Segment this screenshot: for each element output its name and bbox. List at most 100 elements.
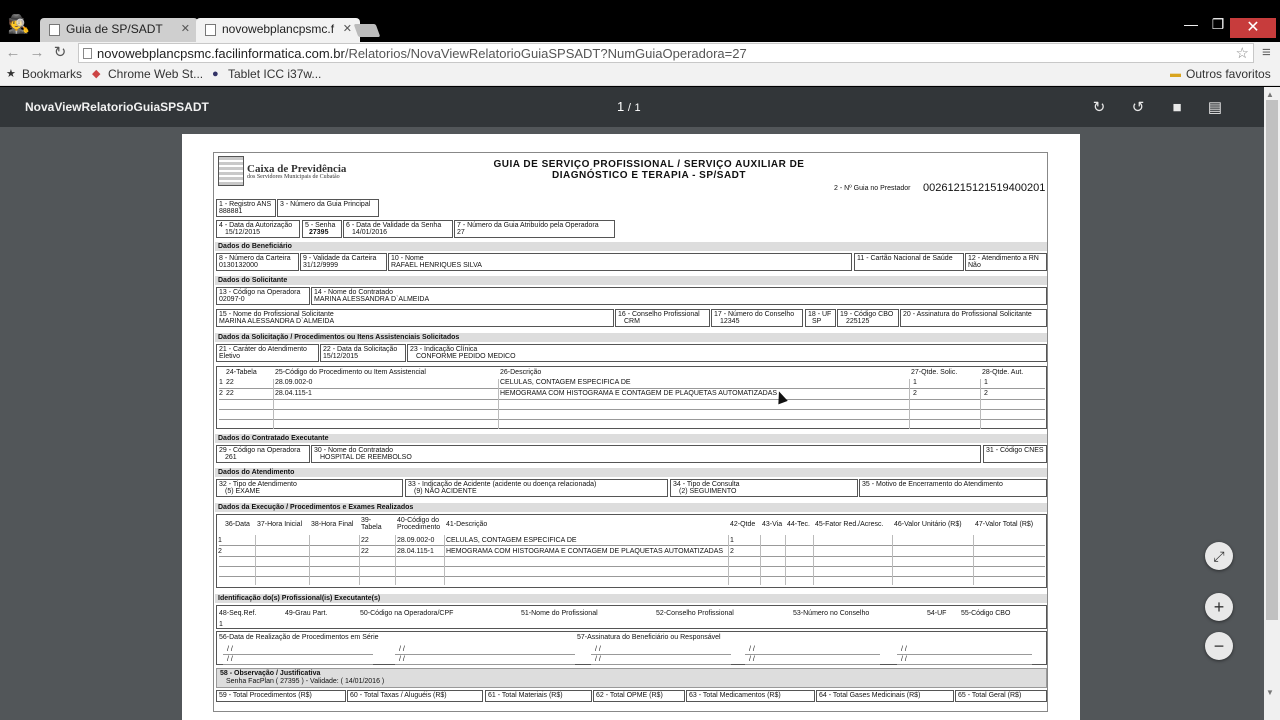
page-icon (83, 48, 92, 59)
field-label: 4 - Data da Autorização (219, 222, 293, 229)
serial-dates-table: 56-Data de Realização de Procedimentos e… (216, 631, 1047, 665)
row-divider (219, 576, 1045, 577)
cell-tabela: 22 (361, 537, 369, 544)
field-value: 14/01/2016 (352, 229, 388, 236)
column-header: 52-Conselho Profissional (656, 610, 734, 617)
total-medicamentos: 63 - Total Medicamentos (R$) (686, 690, 815, 702)
field-label: 19 - Código CBO (840, 311, 894, 318)
professionals-table: 48-Seq.Ref. 49-Grau Part. 50-Código na O… (216, 605, 1047, 629)
field-label: 22 - Data da Solicitação (323, 346, 398, 353)
maximize-icon[interactable]: ❐ (1203, 16, 1233, 40)
field-label: 7 - Número da Guia Atribuído pela Operad… (457, 222, 599, 229)
field-cartao-nacional: 11 - Cartão Nacional de Saúde (854, 253, 964, 271)
field-label: 6 - Data de Validade da Senha (346, 222, 442, 229)
forward-icon[interactable]: → (28, 44, 46, 62)
save-icon[interactable]: ■ (1168, 99, 1186, 117)
rotate-clockwise-icon[interactable]: ↻ (1090, 99, 1108, 117)
form-title: GUIA DE SERVIÇO PROFISSIONAL / SERVIÇO A… (474, 159, 824, 181)
section-execucao: Dados da Execução / Procedimentos e Exam… (215, 503, 1047, 512)
field-value: RAFAEL HENRIQUES SILVA (391, 262, 482, 269)
row-number: 2 (219, 390, 223, 397)
other-bookmarks[interactable]: ▬ Outros favoritos (1170, 67, 1271, 81)
back-icon[interactable]: ← (4, 44, 22, 62)
coat-of-arms-icon (218, 156, 244, 186)
field-value: MARINA ALESSANDRA D`ALMEIDA (219, 318, 335, 325)
date-slot: / / (749, 646, 755, 653)
bookmark-tablet[interactable]: ● Tablet ICC i37w... (212, 67, 321, 81)
page-indicator: 1 / 1 (617, 99, 641, 114)
field-value: HOSPITAL DE REEMBOLSO (320, 454, 412, 461)
column-header: 28-Qtde. Aut. (982, 369, 1024, 376)
print-icon[interactable]: ▤ (1206, 99, 1224, 117)
tab-guia-sp-sadt[interactable]: Guia de SP/SADT ✕ (40, 18, 198, 42)
bookmarks-item[interactable]: ★ Bookmarks (6, 67, 82, 81)
total-taxas: 60 - Total Taxas / Aluguéis (R$) (347, 690, 483, 702)
close-window-icon[interactable]: ✕ (1230, 18, 1276, 38)
field-label: 59 - Total Procedimentos (R$) (219, 692, 312, 699)
signature-line (395, 654, 575, 655)
cell-tabela: 22 (226, 379, 234, 386)
date-slot: / / (595, 646, 601, 653)
total-gases: 64 - Total Gases Medicinais (R$) (816, 690, 954, 702)
signature-line (745, 664, 880, 665)
current-page: 1 (617, 99, 625, 114)
total-procedimentos: 59 - Total Procedimentos (R$) (216, 690, 346, 702)
reload-icon[interactable]: ↻ (51, 44, 69, 62)
signature-line (591, 664, 731, 665)
zoom-out-icon[interactable]: − (1205, 632, 1233, 660)
field-value: 15/12/2015 (225, 229, 261, 236)
signature-line (223, 654, 373, 655)
signature-line (591, 654, 731, 655)
tab-label: Guia de SP/SADT (66, 22, 163, 36)
column-header: 46-Valor Unitário (R$) (894, 521, 962, 528)
address-bar[interactable]: novowebplancpsmc.facilinformatica.com.br… (78, 43, 1254, 63)
bookmark-chrome-web-store[interactable]: ◆ Chrome Web St... (92, 67, 203, 81)
total-materiais: 61 - Total Materiais (R$) (485, 690, 592, 702)
field-data-autorizacao: 4 - Data da Autorização 15/12/2015 (216, 220, 300, 238)
incognito-icon: 🕵 (7, 14, 31, 34)
field-label: 8 - Número da Carteira (219, 255, 291, 262)
close-tab-icon[interactable]: ✕ (343, 22, 352, 35)
field-label: 30 - Nome do Contratado (314, 447, 393, 454)
title-line-2: DIAGNÓSTICO E TERAPIA - SP/SADT (551, 170, 747, 181)
star-icon: ★ (6, 68, 16, 80)
field-uf: 18 - UF SP (805, 309, 836, 327)
field-label: 63 - Total Medicamentos (R$) (689, 692, 781, 699)
cell-codigo: 28.09.002-0 (275, 379, 313, 386)
menu-icon[interactable]: ≡ (1262, 44, 1271, 61)
section-solicitacao: Dados da Solicitação / Procedimentos ou … (215, 333, 1047, 342)
cell-qtde: 1 (730, 537, 734, 544)
field-label: 1 - Registro ANS (219, 201, 272, 208)
fit-page-icon[interactable]: ⤢ (1205, 542, 1233, 570)
cell-qtde-solic: 1 (913, 379, 917, 386)
column-divider (255, 535, 256, 585)
rotate-counterclockwise-icon[interactable]: ↺ (1129, 99, 1147, 117)
new-tab-button[interactable] (353, 24, 381, 37)
field-codigo-cnes: 31 - Código CNES (983, 445, 1047, 463)
cell-descricao: HEMOGRAMA COM HISTOGRAMA E CONTAGEM DE P… (446, 548, 724, 555)
scroll-up-icon[interactable]: ▲ (1266, 90, 1274, 99)
field-label: 13 - Código na Operadora (219, 289, 301, 296)
column-header: 39-Tabela (361, 517, 382, 531)
column-header: 24-Tabela (226, 369, 257, 376)
column-header: 37-Hora Inicial (257, 521, 303, 528)
field-value: MARINA ALESSANDRA D`ALMEIDA (314, 296, 430, 303)
close-tab-icon[interactable]: ✕ (181, 22, 190, 35)
column-divider (892, 535, 893, 585)
column-header: 54-UF (927, 610, 947, 617)
bookmark-star-icon[interactable]: ☆ (1236, 44, 1249, 62)
tab-active-report[interactable]: novowebplancpsmc.f ✕ (196, 18, 360, 42)
tab-label: novowebplancpsmc.f (222, 22, 335, 36)
column-header: 44-Tec. (787, 521, 810, 528)
scrollbar-thumb[interactable] (1266, 100, 1278, 620)
cell-descricao: HEMOGRAMA COM HISTOGRAMA E CONTAGEM DE P… (500, 390, 778, 397)
minimize-icon[interactable]: — (1176, 16, 1206, 40)
row-divider (219, 545, 1045, 546)
column-header: 50-Código na Operadora/CPF (360, 610, 454, 617)
scroll-down-icon[interactable]: ▼ (1266, 688, 1274, 697)
signature-line (395, 664, 575, 665)
field-observacao: 58 - Observação / Justificativa Senha Fa… (216, 668, 1047, 688)
zoom-in-icon[interactable]: + (1205, 593, 1233, 621)
guia-prestador-value: 00261215121519400201 (923, 182, 1046, 194)
column-header: 42-Qtde (730, 521, 756, 528)
